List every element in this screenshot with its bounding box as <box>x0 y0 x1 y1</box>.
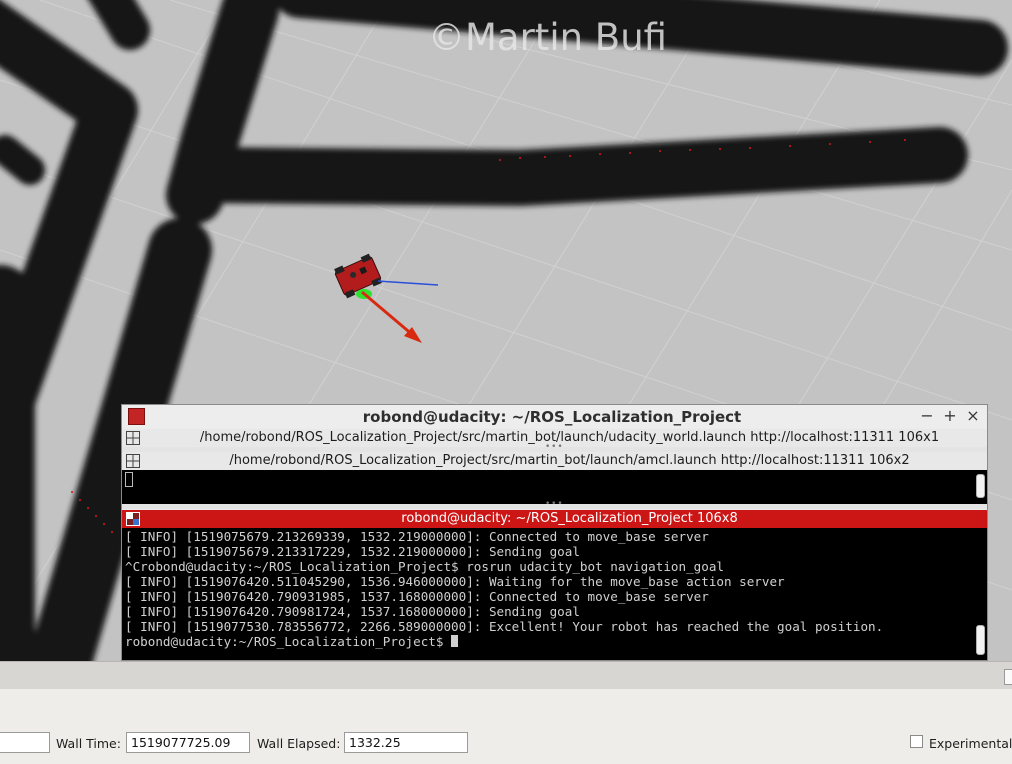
terminal-line: [ INFO] [1519075679.213317229, 1532.2190… <box>125 544 580 559</box>
window-titlebar[interactable]: robond@udacity: ~/ROS_Localization_Proje… <box>122 405 987 428</box>
panel-edge-control[interactable] <box>1004 669 1012 685</box>
scrollbar[interactable] <box>976 625 985 655</box>
experimental-checkbox[interactable] <box>910 735 923 748</box>
wall-time-label: Wall Time: <box>56 736 121 751</box>
terminal-prompt-line[interactable]: robond@udacity:~/ROS_Localization_Projec… <box>125 634 883 649</box>
scrollbar[interactable] <box>976 474 985 498</box>
terminal-line: [ INFO] [1519076420.790981724, 1537.1680… <box>125 604 580 619</box>
terminal-line: [ INFO] [1519076420.511045290, 1536.9460… <box>125 574 785 589</box>
terminal-cursor <box>451 635 459 647</box>
pane-title: /home/robond/ROS_Localization_Project/sr… <box>229 453 910 468</box>
pane-grid-icon <box>126 454 140 468</box>
maximize-button[interactable]: + <box>941 407 959 425</box>
close-button[interactable]: × <box>964 407 982 425</box>
watermark: ©Martin Bufi <box>428 16 667 59</box>
time-panel: Wall Time: 1519077725.09 Wall Elapsed: 1… <box>0 689 1012 764</box>
window-title: robond@udacity: ~/ROS_Localization_Proje… <box>362 408 742 426</box>
shell-terminal-output[interactable]: [ INFO] [1519075679.213269339, 1532.2190… <box>122 528 987 660</box>
terminal-cursor <box>125 472 133 487</box>
wall-time-field[interactable]: 1519077725.09 <box>126 732 250 753</box>
experimental-label: Experimental <box>929 736 1012 751</box>
terminal-line: [ INFO] [1519076420.790931985, 1537.1680… <box>125 589 709 604</box>
pane-title: /home/robond/ROS_Localization_Project/sr… <box>199 430 940 445</box>
wall-elapsed-label: Wall Elapsed: <box>257 736 341 751</box>
terminal-line: [ INFO] [1519075679.213269339, 1532.2190… <box>125 529 709 544</box>
minimize-button[interactable]: − <box>918 407 936 425</box>
pane-header-amcl[interactable]: /home/robond/ROS_Localization_Project/sr… <box>122 452 987 470</box>
shell-prompt: robond@udacity:~/ROS_Localization_Projec… <box>125 634 452 649</box>
terminal-line: [ INFO] [1519077530.783556772, 2266.5890… <box>125 619 884 634</box>
pane-header-active-shell[interactable]: robond@udacity: ~/ROS_Localization_Proje… <box>122 510 987 528</box>
terminator-window[interactable]: robond@udacity: ~/ROS_Localization_Proje… <box>121 404 988 661</box>
pane-grid-icon <box>126 512 140 526</box>
wall-elapsed-field[interactable]: 1332.25 <box>344 732 468 753</box>
ros-elapsed-field[interactable] <box>0 732 50 753</box>
rviz-panel-strip <box>0 661 1012 690</box>
pane-title: robond@udacity: ~/ROS_Localization_Proje… <box>401 511 738 526</box>
pane-grid-icon <box>126 431 140 445</box>
terminal-line: ^Crobond@udacity:~/ROS_Localization_Proj… <box>125 559 724 574</box>
terminal-lines: [ INFO] [1519075679.213269339, 1532.2190… <box>125 529 883 649</box>
pane-splitter[interactable]: • • • <box>122 499 987 509</box>
